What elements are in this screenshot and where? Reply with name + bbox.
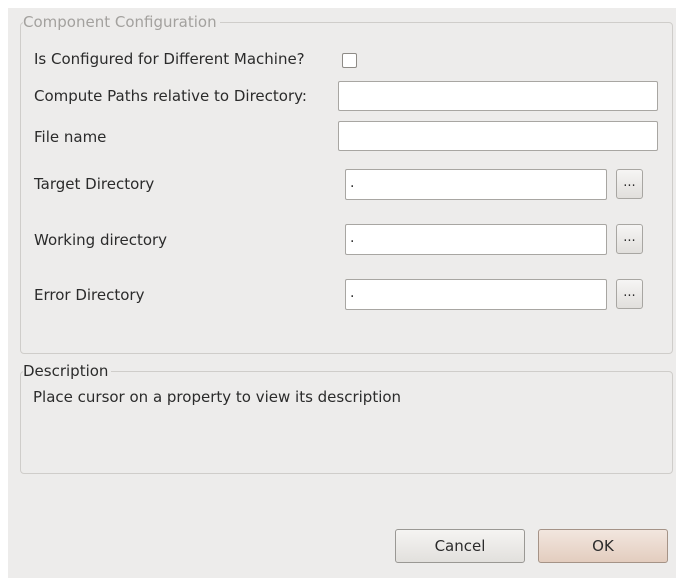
- ok-button[interactable]: OK: [538, 529, 668, 563]
- working-directory-browse-button[interactable]: ...: [616, 224, 643, 254]
- cancel-button[interactable]: Cancel: [395, 529, 525, 563]
- component-configuration-dialog: Component Configuration Is Configured fo…: [8, 8, 676, 578]
- description-text: Place cursor on a property to view its d…: [33, 388, 402, 406]
- different-machine-label: Is Configured for Different Machine?: [34, 50, 305, 68]
- file-name-label: File name: [34, 128, 107, 146]
- working-directory-input[interactable]: .: [345, 224, 607, 255]
- target-directory-input[interactable]: .: [345, 169, 607, 200]
- error-directory-input[interactable]: .: [345, 279, 607, 310]
- component-configuration-title: Component Configuration: [23, 13, 220, 31]
- error-directory-label: Error Directory: [34, 286, 145, 304]
- compute-paths-input[interactable]: [338, 81, 658, 111]
- compute-paths-label: Compute Paths relative to Directory:: [34, 87, 307, 105]
- description-group: Description: [20, 362, 673, 474]
- target-directory-browse-button[interactable]: ...: [616, 169, 643, 199]
- target-directory-label: Target Directory: [34, 175, 155, 193]
- file-name-input[interactable]: [338, 121, 658, 151]
- different-machine-checkbox[interactable]: [342, 53, 357, 68]
- working-directory-label: Working directory: [34, 231, 168, 249]
- description-title: Description: [23, 362, 112, 380]
- error-directory-browse-button[interactable]: ...: [616, 279, 643, 309]
